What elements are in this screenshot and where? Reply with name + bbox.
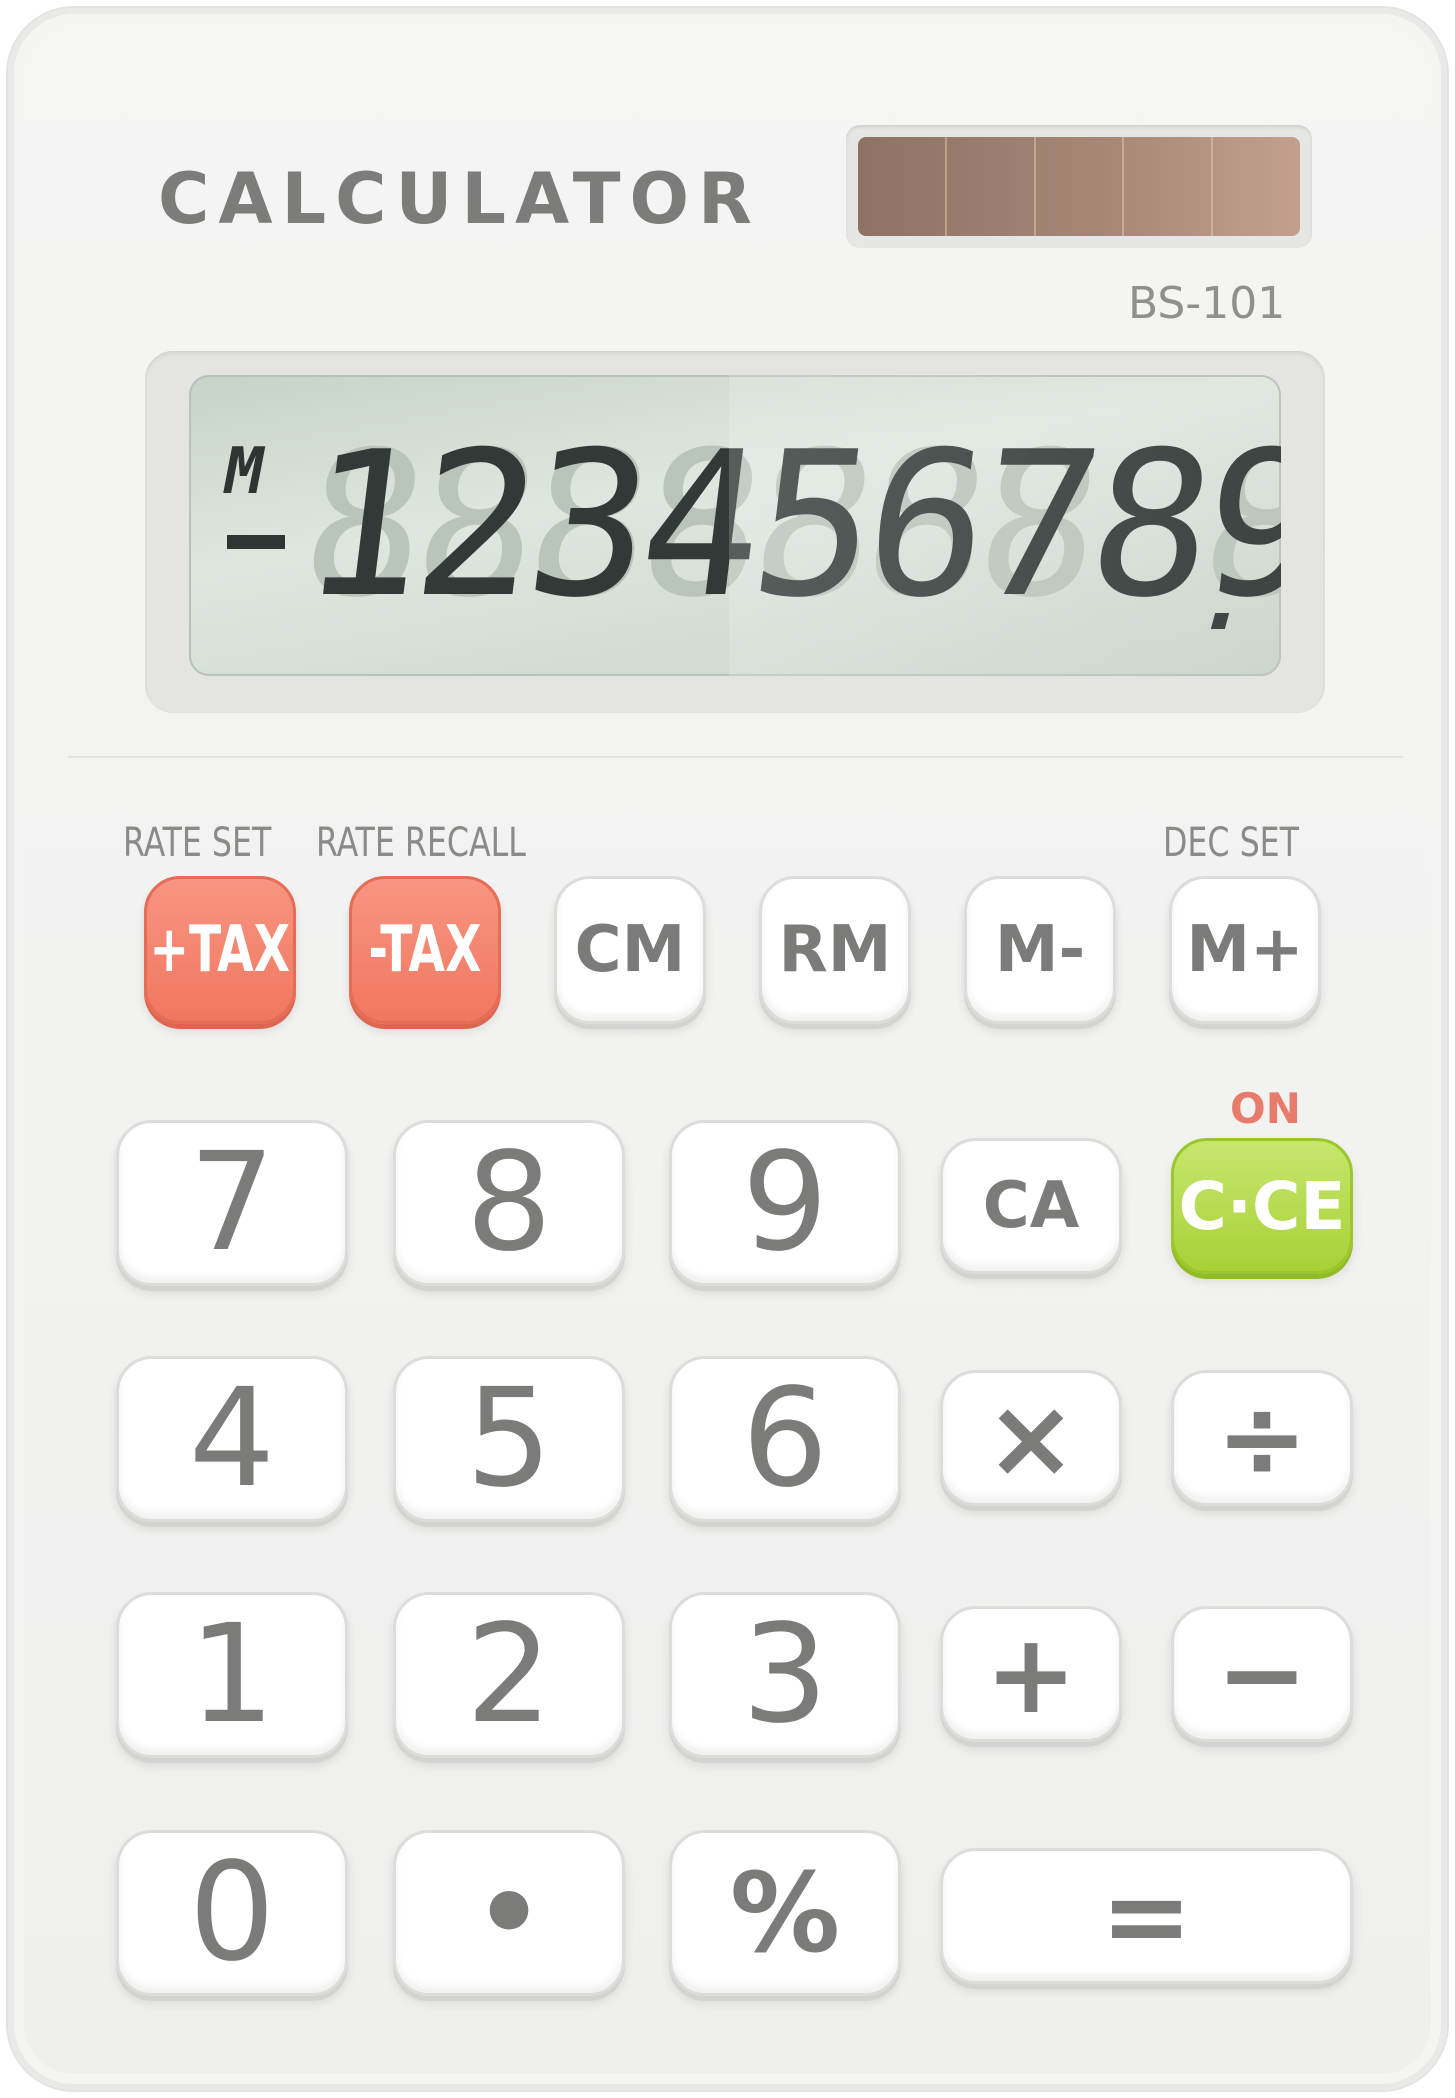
plus-tax-label: +TAX [149, 913, 291, 987]
on-label: ON [1230, 1084, 1301, 1133]
seven-button[interactable]: 7 [116, 1120, 348, 1286]
equals-button[interactable]: = [940, 1848, 1353, 1984]
plus-tax-button[interactable]: +TAX [144, 876, 296, 1024]
six-label: 6 [741, 1360, 829, 1518]
seven-label: 7 [188, 1124, 276, 1282]
divide-icon: ÷ [1215, 1374, 1309, 1502]
cm-label: CM [574, 913, 686, 987]
c-ce-label: C·CE [1178, 1167, 1346, 1245]
minus-button[interactable]: − [1171, 1606, 1353, 1742]
percent-button[interactable]: % [669, 1830, 901, 1996]
one-button[interactable]: 1 [116, 1592, 348, 1758]
four-label: 4 [188, 1360, 276, 1518]
six-button[interactable]: 6 [669, 1356, 901, 1522]
lcd-display: 8888888888 1234567890 M [189, 375, 1281, 676]
m-plus-button[interactable]: M+ [1169, 876, 1321, 1024]
nine-label: 9 [741, 1124, 829, 1282]
equals-icon: = [1100, 1852, 1193, 1980]
decimal-icon: • [473, 1849, 545, 1977]
plus-icon: + [984, 1610, 1078, 1738]
three-label: 3 [741, 1596, 829, 1754]
rm-label: RM [778, 913, 892, 987]
keypad-divider [68, 756, 1403, 758]
percent-icon: % [729, 1849, 841, 1977]
dec-set-label: DEC SET [1163, 820, 1300, 866]
nine-button[interactable]: 9 [669, 1120, 901, 1286]
eight-label: 8 [465, 1124, 553, 1282]
m-plus-label: M+ [1186, 913, 1304, 987]
calculator-body: CALCULATOR BS-101 8888888888 1234567890 … [8, 8, 1447, 2090]
rate-set-label: RATE SET [123, 820, 272, 866]
memory-indicator: M [225, 435, 264, 509]
two-label: 2 [465, 1596, 553, 1754]
plus-button[interactable]: + [940, 1606, 1122, 1742]
brand-label: CALCULATOR [158, 158, 761, 240]
zero-label: 0 [188, 1834, 276, 1992]
solar-panel [846, 125, 1312, 248]
cm-button[interactable]: CM [554, 876, 706, 1024]
one-label: 1 [188, 1596, 276, 1754]
rate-recall-label: RATE RECALL [316, 820, 526, 866]
lcd-glare [729, 375, 1281, 676]
five-label: 5 [465, 1360, 553, 1518]
negative-indicator [227, 535, 285, 549]
two-button[interactable]: 2 [393, 1592, 625, 1758]
multiply-button[interactable]: × [940, 1370, 1122, 1506]
model-number: BS-101 [1128, 278, 1286, 329]
multiply-icon: × [984, 1374, 1078, 1502]
minus-tax-label: -TAX [368, 913, 482, 987]
three-button[interactable]: 3 [669, 1592, 901, 1758]
c-ce-button[interactable]: C·CE [1171, 1138, 1353, 1274]
divide-button[interactable]: ÷ [1171, 1370, 1353, 1506]
minus-icon: − [1215, 1610, 1309, 1738]
zero-button[interactable]: 0 [116, 1830, 348, 1996]
minus-tax-button[interactable]: -TAX [349, 876, 501, 1024]
four-button[interactable]: 4 [116, 1356, 348, 1522]
eight-button[interactable]: 8 [393, 1120, 625, 1286]
ca-label: CA [982, 1169, 1080, 1243]
rm-button[interactable]: RM [759, 876, 911, 1024]
five-button[interactable]: 5 [393, 1356, 625, 1522]
decimal-button[interactable]: • [393, 1830, 625, 1996]
m-minus-label: M- [994, 913, 1086, 987]
m-minus-button[interactable]: M- [964, 876, 1116, 1024]
ca-button[interactable]: CA [940, 1138, 1122, 1274]
